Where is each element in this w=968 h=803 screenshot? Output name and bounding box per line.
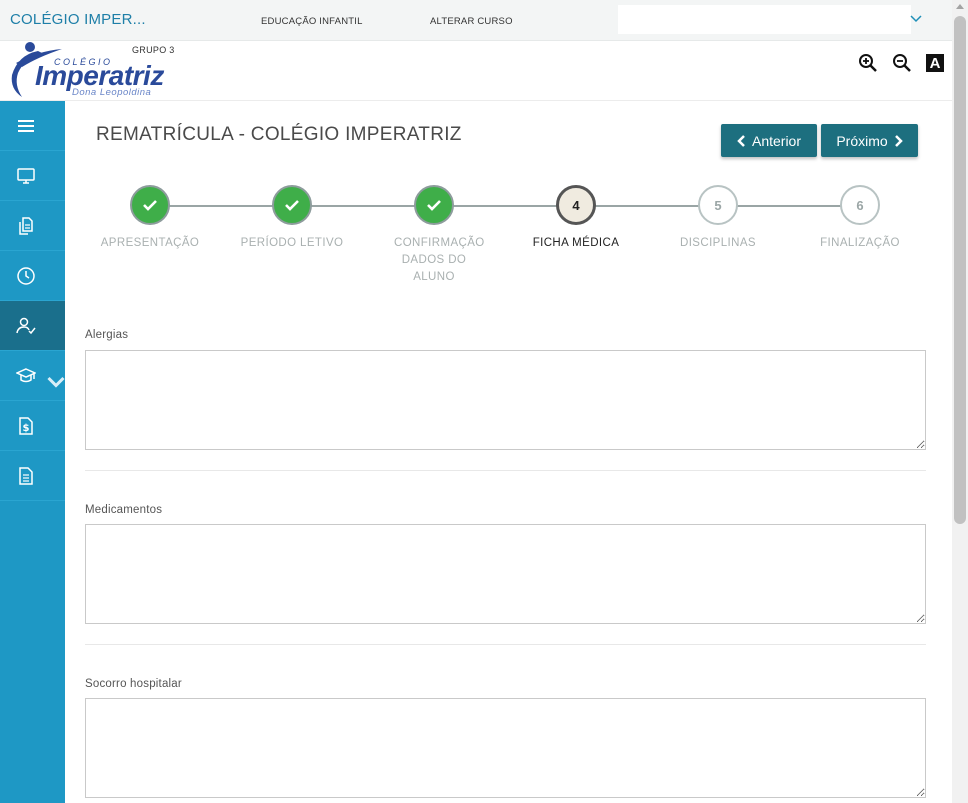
check-icon	[285, 200, 299, 211]
step-done-circle	[272, 185, 312, 225]
header: COLÉGIO Imperatriz Dona Leopoldina GRUPO…	[0, 41, 952, 101]
sidebar: $	[0, 101, 65, 803]
documents-icon	[19, 216, 33, 235]
check-icon	[143, 200, 157, 211]
alergias-textarea[interactable]	[85, 350, 926, 450]
monitor-icon	[17, 167, 35, 184]
step-label: APRESENTAÇÃO	[100, 237, 200, 249]
step-todo-circle: 6	[840, 185, 880, 225]
chevron-left-icon	[737, 134, 745, 147]
step-done-circle	[130, 185, 170, 225]
divider	[85, 470, 926, 471]
page-title: REMATRÍCULA - COLÉGIO IMPERATRIZ	[96, 124, 462, 145]
step-periodo-letivo[interactable]: PERÍODO LETIVO	[222, 185, 362, 252]
chevron-right-icon	[894, 134, 903, 147]
step-label: FINALIZAÇÃO	[820, 237, 900, 249]
step-label: FICHA MÉDICA	[532, 237, 620, 249]
socorro-hospitalar-textarea[interactable]	[85, 698, 926, 798]
clock-icon	[17, 266, 35, 285]
next-button[interactable]: Próximo	[821, 124, 918, 157]
previous-button-label: Anterior	[751, 132, 802, 149]
sidebar-item-history[interactable]	[0, 251, 65, 301]
menu-icon	[18, 119, 34, 132]
graduation-cap-icon	[16, 367, 36, 382]
socorro-hospitalar-label: Socorro hospitalar	[85, 678, 182, 690]
scrollbar[interactable]	[952, 0, 968, 803]
step-ficha-medica[interactable]: 4 FICHA MÉDICA	[506, 185, 646, 252]
zoom-out-button[interactable]	[892, 53, 912, 73]
scroll-thumb[interactable]	[954, 16, 966, 524]
zoom-in-icon	[859, 54, 877, 72]
next-button-label: Próximo	[836, 132, 888, 149]
top-bar: COLÉGIO IMPER... EDUCAÇÃO INFANTIL ALTER…	[0, 0, 952, 41]
previous-button[interactable]: Anterior	[721, 124, 817, 157]
money-document-icon: $	[19, 416, 33, 435]
sidebar-item-financial[interactable]: $	[0, 401, 65, 451]
step-done-circle	[414, 185, 454, 225]
step-confirmacao-dados[interactable]: CONFIRMAÇÃO DADOS DO ALUNO	[364, 185, 504, 286]
scroll-up-arrow-icon[interactable]	[956, 4, 964, 9]
logo-text-sub: Dona Leopoldina	[72, 87, 152, 98]
sidebar-item-dashboard[interactable]	[0, 151, 65, 201]
file-text-icon	[19, 466, 33, 485]
step-apresentacao[interactable]: APRESENTAÇÃO	[80, 185, 220, 252]
alergias-label: Alergias	[85, 329, 129, 341]
step-label: CONFIRMAÇÃO DADOS DO ALUNO	[394, 237, 485, 283]
sidebar-item-reports[interactable]	[0, 451, 65, 501]
stepper: APRESENTAÇÃO PERÍODO LETIVO CONFIRMAÇÃO …	[80, 185, 930, 295]
zoom-out-icon	[893, 54, 911, 72]
step-current-circle: 4	[556, 185, 596, 225]
medicamentos-label: Medicamentos	[85, 504, 163, 516]
chevron-down-icon[interactable]	[910, 14, 922, 24]
sidebar-item-academic[interactable]	[0, 351, 65, 401]
medicamentos-textarea[interactable]	[85, 524, 926, 624]
sidebar-item-menu[interactable]	[0, 101, 65, 151]
step-todo-circle: 5	[698, 185, 738, 225]
step-label: DISCIPLINAS	[680, 237, 756, 249]
sidebar-item-documents[interactable]	[0, 201, 65, 251]
chevron-down-icon	[47, 376, 65, 388]
step-label: PERÍODO LETIVO	[240, 237, 344, 249]
step-finalizacao[interactable]: 6 FINALIZAÇÃO	[790, 185, 930, 252]
step-disciplinas[interactable]: 5 DISCIPLINAS	[648, 185, 788, 252]
course-select[interactable]	[618, 5, 911, 34]
check-icon	[427, 200, 441, 211]
zoom-in-button[interactable]	[858, 53, 878, 73]
divider	[85, 644, 926, 645]
contrast-button[interactable]: A	[926, 54, 944, 72]
user-check-icon	[16, 317, 36, 334]
link-educacao-infantil[interactable]: EDUCAÇÃO INFANTIL	[261, 16, 363, 27]
link-alterar-curso[interactable]: ALTERAR CURSO	[430, 16, 513, 27]
group-label: GRUPO 3	[132, 45, 175, 55]
svg-text:$: $	[23, 423, 30, 434]
sidebar-item-rematricula[interactable]	[0, 301, 65, 351]
school-title[interactable]: COLÉGIO IMPER...	[10, 11, 146, 28]
